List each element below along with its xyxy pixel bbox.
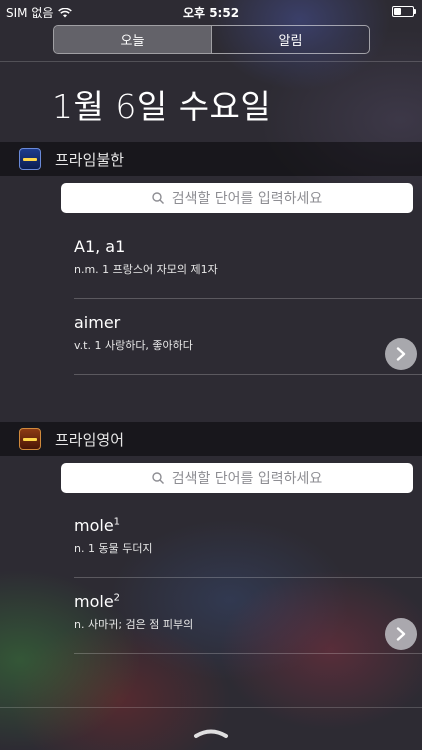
widget-header-english[interactable]: 프라임영어 — [0, 422, 422, 456]
entry-word: A1, a1 — [74, 237, 126, 256]
entry-definition: n. 1 동물 두더지 — [74, 542, 153, 555]
search-input[interactable]: 검색할 단어를 입력하세요 — [61, 183, 413, 213]
battery-level — [394, 8, 402, 15]
search-icon — [152, 192, 164, 204]
search-placeholder: 검색할 단어를 입력하세요 — [171, 471, 323, 487]
list-item[interactable]: mole2 n. 사마귀; 검은 점 피부의 — [61, 578, 422, 654]
status-bar: SIM 없음 오후 5:52 — [0, 0, 422, 22]
status-time: 오후 5:52 — [182, 6, 240, 20]
dictionary-app-icon — [19, 148, 41, 170]
search-input[interactable]: 검색할 단어를 입력하세요 — [61, 463, 413, 493]
date-heading: 1월 6일 수요일 — [52, 87, 272, 126]
widget-header-french[interactable]: 프라임불한 — [0, 142, 422, 176]
battery-icon — [392, 6, 416, 17]
search-placeholder: 검색할 단어를 입력하세요 — [171, 191, 323, 207]
list-item[interactable]: mole1 n. 1 동물 두더지 — [61, 502, 422, 578]
tab-today[interactable]: 오늘 — [54, 26, 211, 53]
entry-definition: n. 사마귀; 검은 점 피부의 — [74, 618, 194, 631]
header-divider — [0, 61, 422, 62]
chevron-right-icon — [396, 627, 406, 641]
today-notifications-segmented-control: 오늘 알림 — [53, 25, 370, 54]
open-app-button[interactable] — [385, 618, 417, 650]
chevron-right-icon — [396, 347, 406, 361]
entry-word: mole1 — [74, 516, 121, 535]
entry-definition: n.m. 1 프랑스어 자모의 제1자 — [74, 263, 218, 276]
divider — [74, 374, 422, 375]
bottom-divider — [0, 707, 422, 708]
drag-handle-icon[interactable] — [193, 725, 229, 739]
open-app-button[interactable] — [385, 338, 417, 370]
entry-definition: v.t. 1 사랑하다, 좋아하다 — [74, 339, 193, 352]
widget-title: 프라임불한 — [55, 150, 125, 169]
list-item[interactable]: A1, a1 n.m. 1 프랑스어 자모의 제1자 — [61, 223, 422, 299]
list-item[interactable]: aimer v.t. 1 사랑하다, 좋아하다 — [61, 299, 422, 375]
widget-title: 프라임영어 — [55, 430, 125, 449]
dictionary-app-icon — [19, 428, 41, 450]
search-icon — [152, 472, 164, 484]
entry-word: aimer — [74, 313, 121, 332]
tab-notifications[interactable]: 알림 — [212, 26, 369, 53]
entry-word: mole2 — [74, 592, 121, 611]
divider — [74, 653, 422, 654]
